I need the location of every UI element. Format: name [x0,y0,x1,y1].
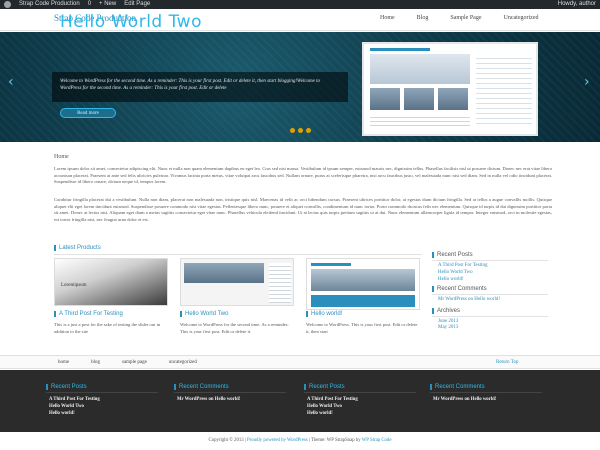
footer-link[interactable]: A Third Post For Testing [307,397,358,402]
admin-bar-edit-page[interactable]: Edit Page [124,0,150,9]
content-paragraph: Curabitur fringilla placerat dui a vesti… [54,197,552,222]
footer-heading-recent-posts: Recent Posts [46,384,87,390]
footer-heading-recent-posts: Recent Posts [304,384,345,390]
main-nav: Home Blog Sample Page Uncategorized [380,15,539,21]
widget-heading-archives: Archives [432,308,460,314]
nav-item-blog[interactable]: Blog [417,15,429,21]
product-excerpt: Welcome to WordPress. This is your first… [306,322,418,334]
footer-heading-recent-comments: Recent Comments [430,384,485,390]
product-thumbnail[interactable]: Loremipsum [54,258,168,306]
content-paragraph: Lorem ipsum dolor sit amet, consectetur … [54,166,552,185]
copyright-theme-text: | Theme: WP StrapSnap by [307,438,362,443]
footer-link[interactable]: Mr WordPress on Hello world! [433,397,496,402]
divider [432,316,548,317]
slider-dot[interactable] [290,128,295,133]
return-top-link[interactable]: Return Top [496,360,518,365]
admin-bar-howdy[interactable]: Howdy, author [558,0,596,9]
sidebar-recent-post-link[interactable]: Hello world! [438,277,464,282]
footer-nav-blog[interactable]: blog [91,360,100,365]
slide-title[interactable]: Hello World Two [60,12,202,32]
widget-heading-recent-posts: Recent Posts [432,252,473,258]
slider-pagination [290,128,311,133]
product-thumbnail[interactable] [180,258,294,306]
footer-link[interactable]: Hello world! [307,411,333,416]
nav-item-sample-page[interactable]: Sample Page [450,15,481,21]
widget-heading-recent-comments: Recent Comments [432,286,487,292]
sidebar-archive-link[interactable]: May 2013 [438,325,458,330]
latest-products-heading: Latest Products [54,245,101,251]
sidebar-recent-comment-link[interactable]: Mr WordPress on Hello world! [438,297,500,302]
slide-screenshot-image [362,42,538,136]
slider-dot[interactable] [306,128,311,133]
slider-next-arrow-icon[interactable]: › [584,74,590,90]
footer-heading-recent-comments: Recent Comments [174,384,229,390]
divider [432,294,548,295]
divider [174,392,286,393]
divider [304,392,416,393]
product-title[interactable]: Hello world! [306,311,342,317]
divider [46,392,158,393]
divider [430,392,542,393]
divider [432,260,548,261]
slider-dot[interactable] [298,128,303,133]
product-title[interactable]: Hello World Two [180,311,228,317]
admin-bar: Strap Code Production 0 + New Edit Page … [0,0,600,9]
theme-author-link[interactable]: WP Strap Code [362,438,392,443]
breadcrumb: Home [54,154,69,160]
footer-link[interactable]: Hello world! [49,411,75,416]
sidebar-archive-link[interactable]: June 2013 [438,319,458,324]
slide-caption-text: Welcome to WordPress for the second time… [60,79,321,91]
thumbnail-label: Loremipsum [61,283,87,288]
product-thumbnail[interactable] [306,258,420,310]
admin-bar-site-name[interactable]: Strap Code Production [19,0,80,9]
slider-prev-arrow-icon[interactable]: ‹ [8,74,14,90]
copyright-text: Copyright © 2013 | Proudly powered by Wo… [0,438,600,443]
footer-nav-sample-page[interactable]: sample page [122,360,147,365]
copyright-prefix: Copyright © 2013 | [208,438,247,443]
sidebar-recent-post-link[interactable]: Hello World Two [438,270,473,275]
footer-link[interactable]: Hello World Two [307,404,342,409]
divider [54,254,422,255]
nav-item-home[interactable]: Home [380,15,395,21]
sidebar-recent-post-link[interactable]: A Third Post For Testing [438,263,487,268]
footer-nav-home[interactable]: home [58,360,69,365]
product-excerpt: This is a just a post for the sake of te… [54,322,161,334]
admin-bar-new[interactable]: + New [99,0,116,9]
footer-link[interactable]: A Third Post For Testing [49,397,100,402]
footer-link[interactable]: Mr WordPress on Hello world! [177,397,240,402]
read-more-button[interactable]: Read more [60,108,116,118]
footer-nav: home blog sample page uncategorized [58,360,197,365]
admin-bar-comments-count[interactable]: 0 [88,0,91,9]
nav-item-uncategorized[interactable]: Uncategorized [504,15,539,21]
footer-link[interactable]: Hello World Two [49,404,84,409]
product-title[interactable]: A Third Post For Testing [54,311,123,317]
wordpress-logo-icon[interactable] [4,1,11,8]
wordpress-credit-link[interactable]: Proudly powered by WordPress [247,438,308,443]
footer-nav-uncategorized[interactable]: uncategorized [169,360,197,365]
product-excerpt: Welcome to WordPress for the second time… [180,322,289,334]
